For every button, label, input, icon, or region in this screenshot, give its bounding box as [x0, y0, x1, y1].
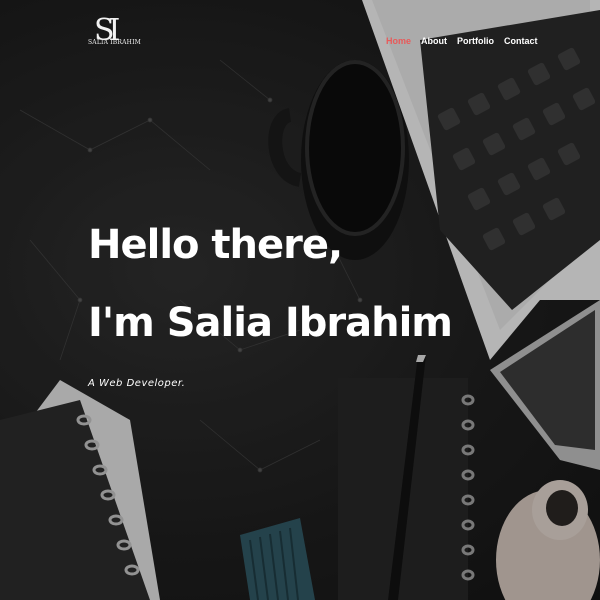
hero-headline: Hello there, I'm Salia Ibrahim	[88, 206, 453, 362]
logo-text: SALIA IBRAHIM	[88, 39, 142, 46]
nav-home[interactable]: Home	[386, 36, 411, 46]
hero-greeting: Hello there,	[88, 222, 343, 268]
hero-section: SI SALIA IBRAHIM Home About Portfolio Co…	[0, 0, 600, 600]
site-logo[interactable]: SI SALIA IBRAHIM	[88, 14, 141, 64]
nav-contact[interactable]: Contact	[504, 36, 538, 46]
nav-portfolio[interactable]: Portfolio	[457, 36, 494, 46]
hero-name: I'm Salia Ibrahim	[88, 300, 453, 346]
main-navigation: Home About Portfolio Contact	[386, 36, 538, 46]
hero-tagline: A Web Developer.	[88, 378, 186, 389]
nav-about[interactable]: About	[421, 36, 447, 46]
